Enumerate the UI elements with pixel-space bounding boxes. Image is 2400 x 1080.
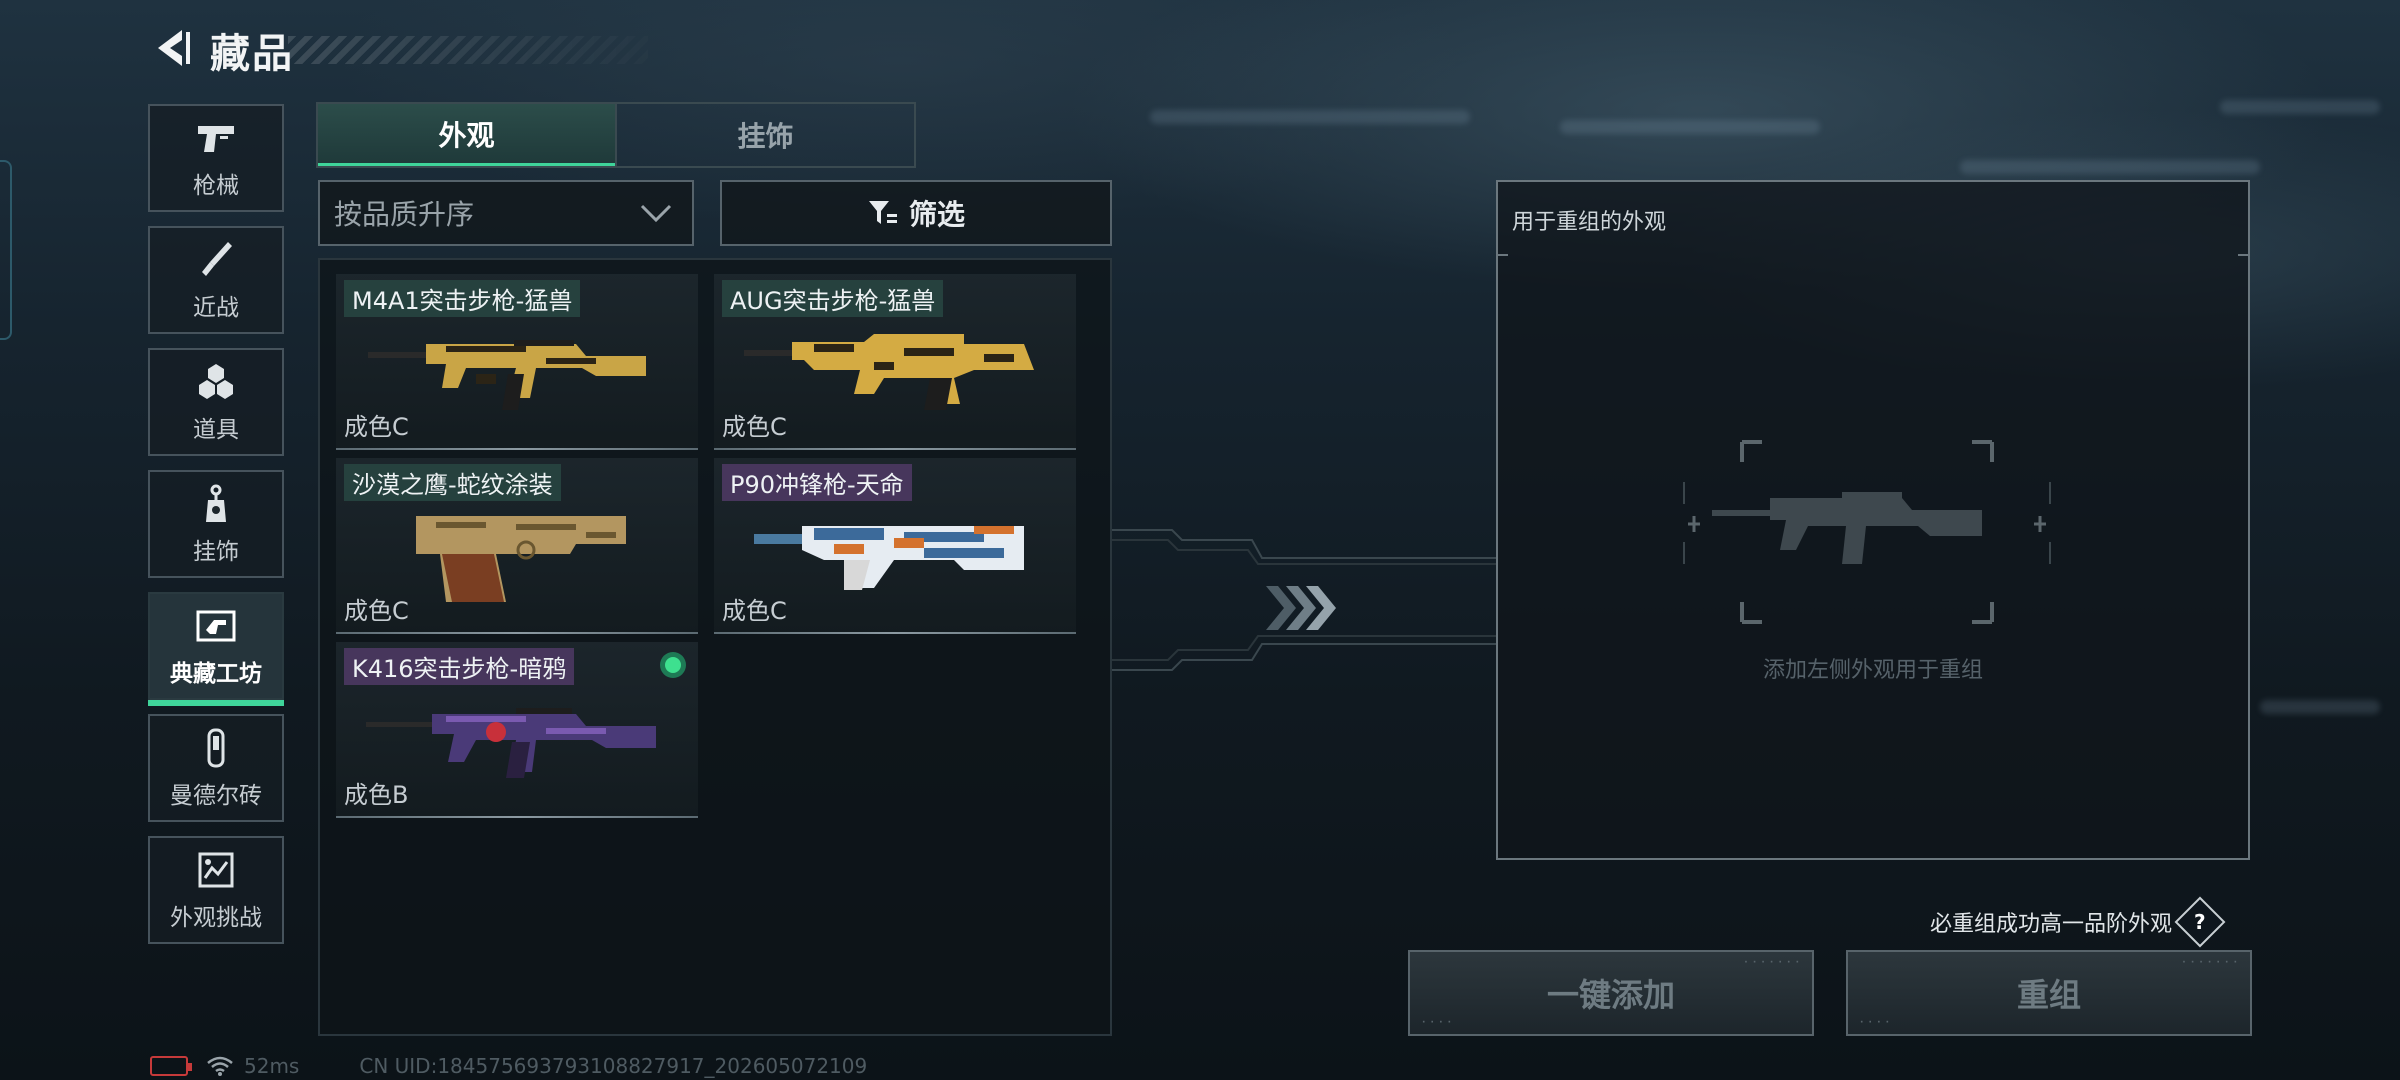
skin-grade: 成色C xyxy=(722,413,787,441)
skin-name: M4A1突击步枪-猛兽 xyxy=(344,280,581,317)
add-all-button[interactable]: · · · · · · · · · · · 一键添加 xyxy=(1408,950,1814,1036)
button-deco: · · · · · · · xyxy=(2182,958,2238,968)
charm-icon xyxy=(194,482,238,526)
guarantee-text: 必重组成功高一品阶外观 xyxy=(1930,912,2173,937)
recombine-label: 重组 xyxy=(2016,976,2081,1014)
guarantee-note: 必重组成功高一品阶外观 ? xyxy=(1930,896,2226,948)
knife-icon xyxy=(194,238,238,282)
skin-name: 沙漠之鹰-蛇纹涂装 xyxy=(344,464,561,501)
recombine-panel: 用于重组的外观 添加左侧外观用于重组 xyxy=(1496,180,2250,860)
filter-button[interactable]: 筛选 xyxy=(720,180,1112,246)
sidebar-item-label: 典藏工坊 xyxy=(170,661,262,687)
bg-streak xyxy=(2260,700,2380,714)
sidebar-item-label: 外观挑战 xyxy=(170,905,262,931)
tab-appearance[interactable]: 外观 xyxy=(318,104,615,166)
skin-grade: 成色C xyxy=(344,413,409,441)
skin-card[interactable]: M4A1突击步枪-猛兽 成色C xyxy=(336,274,698,450)
back-arrow-icon xyxy=(152,26,192,74)
bg-streak xyxy=(2220,100,2380,114)
skin-name: K416突击步枪-暗鸦 xyxy=(344,648,575,685)
pistol-icon xyxy=(194,116,238,160)
status-bar: 52ms CN UID:18457569379310882791​7_20260… xyxy=(150,1052,867,1080)
button-deco: · · · · xyxy=(1422,1018,1453,1028)
battery-icon xyxy=(150,1056,192,1076)
sidebar-item-charms[interactable]: 挂饰 xyxy=(148,470,284,578)
sidebar-item-label: 曼德尔砖 xyxy=(170,783,262,809)
panel-title: 用于重组的外观 xyxy=(1512,210,1667,235)
recombine-button[interactable]: · · · · · · · · · · · 重组 xyxy=(1846,950,2252,1036)
sidebar-item-items[interactable]: 道具 xyxy=(148,348,284,456)
brick-icon xyxy=(194,726,238,770)
edge-handle[interactable] xyxy=(0,160,12,340)
question-icon: ? xyxy=(2194,909,2206,934)
skin-card[interactable]: K416突击步枪-暗鸦 成色B xyxy=(336,642,698,818)
recombine-slot[interactable] xyxy=(1682,436,2052,628)
panel-decoration xyxy=(1498,254,1508,256)
panel-decoration xyxy=(2238,254,2248,256)
skin-grade: 成色B xyxy=(344,781,409,809)
page-title: 藏品 xyxy=(210,31,294,77)
tab-charms[interactable]: 挂饰 xyxy=(615,104,914,166)
help-button[interactable]: ? xyxy=(2174,896,2226,948)
sidebar-item-melee[interactable]: 近战 xyxy=(148,226,284,334)
sidebar-item-workshop[interactable]: 典藏工坊 xyxy=(148,592,284,706)
skin-card[interactable]: P90冲锋枪-天命 成色C xyxy=(714,458,1076,634)
bg-streak xyxy=(1560,120,1820,134)
skin-name: P90冲锋枪-天命 xyxy=(722,464,912,501)
sidebar-item-label: 枪械 xyxy=(193,173,239,199)
sidebar-item-skin-challenge[interactable]: 外观挑战 xyxy=(148,836,284,944)
skin-grade: 成色C xyxy=(722,597,787,625)
filter-label: 筛选 xyxy=(908,198,965,231)
bg-streak xyxy=(1150,110,1470,124)
sidebar-item-label: 近战 xyxy=(193,295,239,321)
rifle-placeholder-icon xyxy=(1712,492,1982,564)
title-decoration xyxy=(288,36,648,64)
add-all-label: 一键添加 xyxy=(1546,976,1675,1014)
filter-icon xyxy=(867,198,899,228)
ping-text: 52ms xyxy=(244,1054,300,1078)
sidebar-nav: 枪械 近战 道具 挂饰 典藏工坊 曼德尔砖 外观挑战 xyxy=(148,104,284,958)
uid-text: CN UID:18457569379310882791​7_2026050721… xyxy=(359,1054,868,1078)
skin-name: AUG突击步枪-猛兽 xyxy=(722,280,944,317)
triple-chevron-icon xyxy=(1262,578,1340,642)
sidebar-item-guns[interactable]: 枪械 xyxy=(148,104,284,212)
workshop-icon xyxy=(194,604,238,648)
grenade-icon xyxy=(194,360,238,404)
button-deco: · · · · · · · xyxy=(1744,958,1800,968)
sort-dropdown[interactable]: 按品质升序 xyxy=(318,180,694,246)
skin-grade: 成色C xyxy=(344,597,409,625)
wifi-icon xyxy=(206,1055,234,1077)
challenge-icon xyxy=(194,848,238,892)
skin-card[interactable]: AUG突击步枪-猛兽 成色C xyxy=(714,274,1076,450)
sidebar-item-label: 道具 xyxy=(193,417,239,443)
button-deco: · · · · xyxy=(1860,1018,1891,1028)
back-button[interactable] xyxy=(150,25,194,75)
header: 藏品 xyxy=(150,22,648,78)
skin-card[interactable]: 沙漠之鹰-蛇纹涂装 成色C xyxy=(336,458,698,634)
chevron-down-icon xyxy=(638,198,674,235)
selected-indicator xyxy=(660,652,686,678)
sort-value: 按品质升序 xyxy=(334,198,475,231)
sidebar-item-mandel-brick[interactable]: 曼德尔砖 xyxy=(148,714,284,822)
tab-bar: 外观 挂饰 xyxy=(316,102,916,168)
skin-grid: M4A1突击步枪-猛兽 成色C AUG突击步枪-猛兽 成色C 沙漠之鹰-蛇纹涂装… xyxy=(318,258,1112,1036)
sidebar-item-label: 挂饰 xyxy=(193,539,239,565)
empty-hint: 添加左侧外观用于重组 xyxy=(1762,658,1983,683)
bg-streak xyxy=(1960,160,2260,174)
